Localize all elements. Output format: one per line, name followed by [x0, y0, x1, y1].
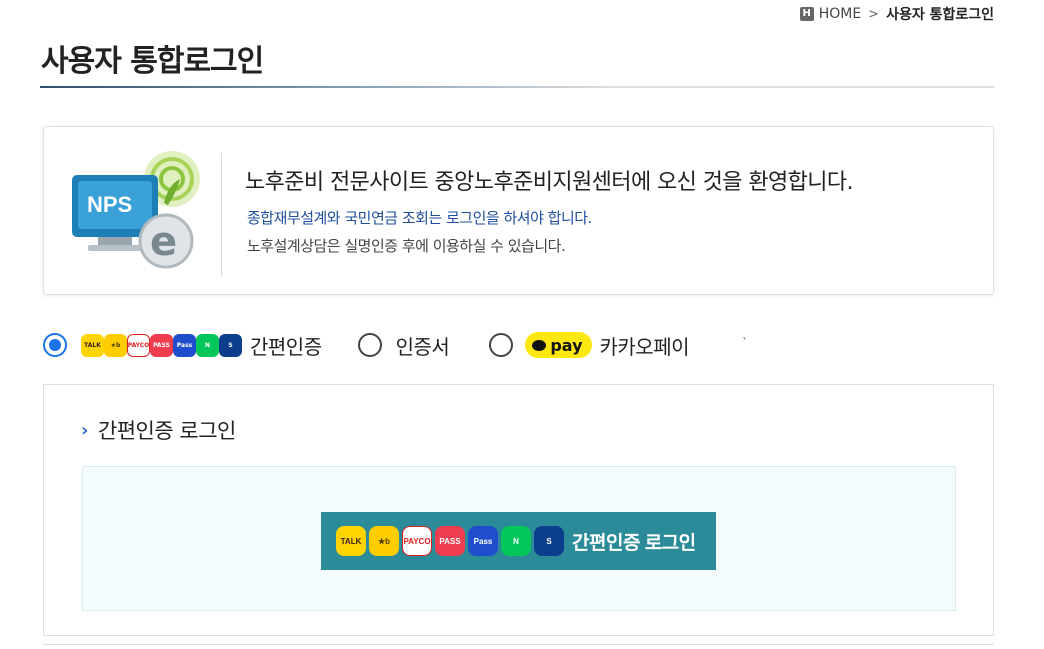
simple-auth-label[interactable]: 간편인증	[250, 331, 322, 360]
shinhan-icon: S	[534, 526, 564, 556]
login-required-notice: 종합재무설계와 국민연금 조회는 로그인을 하셔야 합니다.	[247, 209, 592, 227]
samsung-pass-icon: Pass	[173, 333, 196, 357]
nps-logo-text: NPS	[87, 192, 132, 217]
kakaotalk-icon: TALK	[336, 526, 366, 556]
chevron-right-icon: >	[868, 6, 880, 22]
kb-icon: ★b	[369, 526, 399, 556]
auth-method-selector: TALK ★b PAYCO PASS Pass N S 간편인증 인증서 pay 카카오페이	[43, 327, 689, 363]
payco-icon: PAYCO	[127, 333, 150, 357]
stray-mark: `	[742, 336, 748, 350]
radio-simple-auth[interactable]	[43, 333, 67, 357]
radio-certificate[interactable]	[357, 333, 382, 357]
radio-kakaopay[interactable]	[489, 333, 514, 357]
login-button-label: 간편인증 로그인	[572, 532, 696, 554]
shinhan-icon: S	[219, 333, 242, 357]
simple-auth-login-button[interactable]: TALK ★b PAYCO PASS Pass N S 간편인증 로그인	[321, 512, 716, 570]
section-title-text: 간편인증 로그인	[97, 419, 236, 443]
welcome-box: NPS e 노후준비 전문사이트 중앙노후준비지원센터에 오신 것을 환영합니다…	[43, 126, 994, 295]
svg-text:e: e	[150, 219, 177, 265]
kb-icon: ★b	[104, 333, 127, 357]
next-panel-edge	[43, 644, 994, 649]
kakaopay-label[interactable]: 카카오페이	[600, 331, 690, 360]
verification-notice: 노후설계상담은 실명인증 후에 이용하실 수 있습니다.	[247, 237, 566, 255]
kakaopay-badge: pay	[525, 332, 592, 358]
pass-icon: PASS	[435, 526, 465, 556]
welcome-divider	[221, 153, 222, 277]
kakao-bubble-icon	[532, 339, 547, 351]
breadcrumb-current: 사용자 통합로그인	[886, 7, 994, 23]
home-icon[interactable]: H	[799, 7, 814, 21]
chevron-right-icon: ›	[81, 419, 88, 441]
login-panel: › 간편인증 로그인 TALK ★b PAYCO PASS Pass N S 간편인증 로그…	[43, 384, 994, 636]
kakaopay-badge-text: pay	[550, 335, 583, 355]
nps-logo: NPS e	[72, 151, 200, 269]
provider-icon-strip: TALK ★b PAYCO PASS Pass N S	[81, 333, 242, 357]
kakaotalk-icon: TALK	[81, 333, 104, 357]
welcome-message: 노후준비 전문사이트 중앙노후준비지원센터에 오신 것을 환영합니다.	[245, 170, 854, 195]
title-divider	[40, 86, 994, 88]
samsung-pass-icon: Pass	[468, 526, 498, 556]
certificate-label[interactable]: 인증서	[396, 331, 450, 360]
breadcrumb: H HOME > 사용자 통합로그인	[799, 4, 994, 24]
pass-icon: PASS	[150, 333, 173, 357]
breadcrumb-home[interactable]: HOME	[819, 6, 861, 22]
naver-icon: N	[501, 526, 531, 556]
naver-icon: N	[196, 333, 219, 357]
login-area: TALK ★b PAYCO PASS Pass N S 간편인증 로그인	[82, 466, 956, 611]
payco-icon: PAYCO	[402, 526, 432, 556]
button-provider-icons: TALK ★b PAYCO PASS Pass N S	[336, 526, 567, 556]
section-title: › 간편인증 로그인	[81, 415, 236, 445]
page-title: 사용자 통합로그인	[41, 44, 264, 79]
